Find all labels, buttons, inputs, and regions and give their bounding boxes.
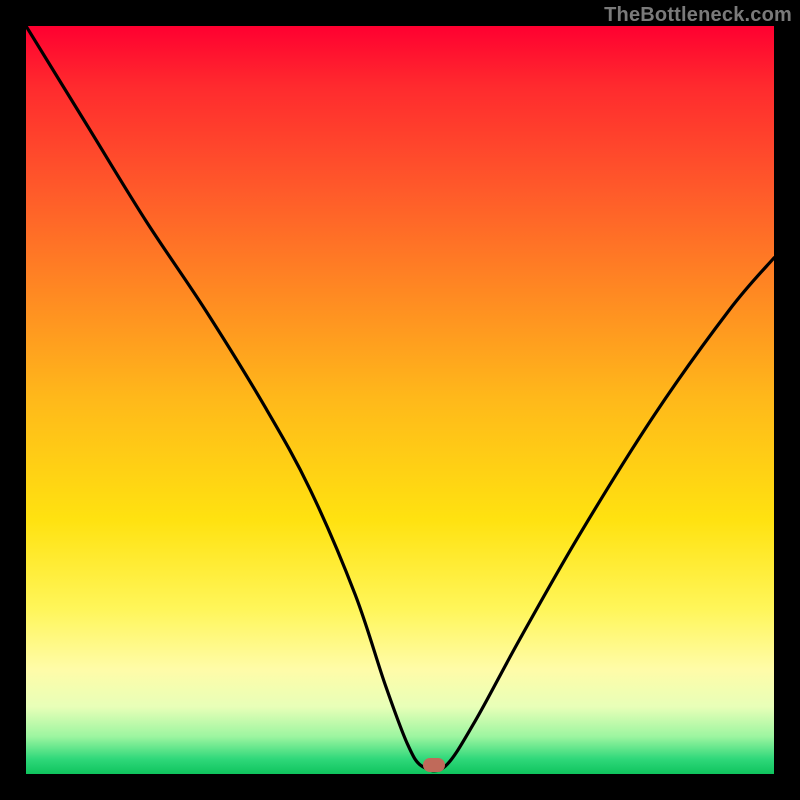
optimal-marker — [423, 758, 445, 772]
bottleneck-curve — [26, 26, 774, 774]
chart-frame: TheBottleneck.com — [0, 0, 800, 800]
watermark-text: TheBottleneck.com — [604, 4, 792, 27]
plot-area — [26, 26, 774, 774]
